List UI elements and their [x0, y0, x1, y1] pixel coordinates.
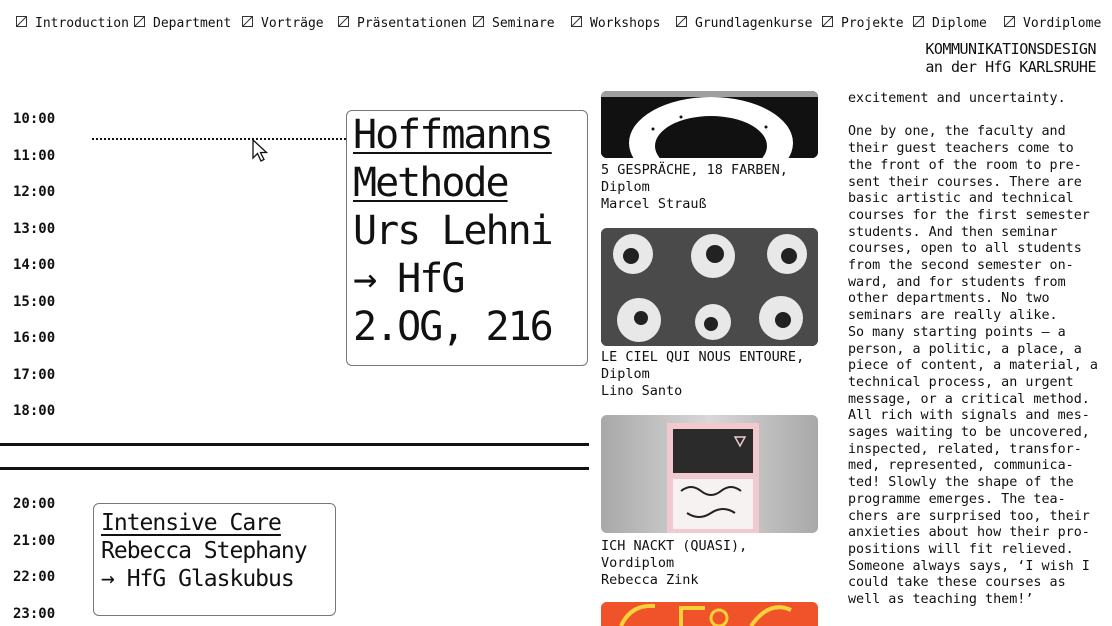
nav-item-introduction[interactable]: Introduction [16, 16, 129, 32]
mouse-cursor-icon [252, 139, 269, 162]
event-title-line-2[interactable]: Methode [353, 159, 510, 207]
project-title: ICH NACKT (QUASI), [601, 538, 748, 554]
nav-item-diplome[interactable]: Diplome [913, 16, 987, 32]
project-caption-3[interactable]: ICH NACKT (QUASI), Vordiplom Rebecca Zin… [601, 538, 747, 589]
checkbox-icon [16, 16, 27, 27]
project-image [601, 602, 818, 626]
event-location-line-1: → HfG [353, 256, 465, 302]
time-label: 15:00 [13, 294, 56, 310]
project-title: 5 GESPRÄCHE, 18 FARBEN, [601, 162, 788, 178]
time-label: 16:00 [13, 330, 56, 346]
event-title-line-1[interactable]: Hoffmanns [353, 111, 554, 159]
project-title: LE CIEL QUI NOUS ENTOURE, [601, 349, 805, 365]
project-type: Diplom [601, 366, 650, 382]
event-card-hoffmanns-methode[interactable]: Hoffmanns Methode Urs Lehni → HfG 2.OG, … [346, 110, 588, 366]
checkbox-icon [571, 16, 582, 27]
time-label: 13:00 [13, 221, 56, 237]
time-label: 20:00 [13, 496, 56, 512]
event-card-intensive-care[interactable]: Intensive Care Rebecca Stephany → HfG Gl… [93, 503, 336, 616]
time-label: 12:00 [13, 184, 56, 200]
intro-paragraph-3: So many starting points — a person, a po… [848, 324, 1098, 608]
time-label: 22:00 [13, 569, 56, 585]
project-caption-2[interactable]: LE CIEL QUI NOUS ENTOURE, Diplom Lino Sa… [601, 349, 804, 400]
project-type: Vordiplom [601, 555, 675, 571]
project-author: Rebecca Zink [601, 572, 699, 588]
project-thumbnail-2[interactable] [601, 228, 818, 346]
nav-item-seminare[interactable]: Seminare [473, 16, 555, 32]
project-type: Diplom [601, 179, 650, 195]
intro-text: excitement and uncertainty. One by one, … [848, 91, 1098, 609]
nav-item-vordiplome[interactable]: Vordiplome [1004, 16, 1101, 32]
intro-paragraph-2: One by one, the faculty and their guest … [848, 124, 1090, 324]
top-nav: Introduction Department Vorträge Präsent… [0, 16, 1112, 34]
project-image [601, 228, 818, 346]
project-author: Lino Santo [601, 383, 683, 399]
time-label: 14:00 [13, 257, 56, 273]
checkbox-icon [676, 16, 687, 27]
event-person: Urs Lehni [353, 208, 554, 254]
project-caption-1[interactable]: 5 GESPRÄCHE, 18 FARBEN, Diplom Marcel St… [601, 162, 788, 213]
nav-item-grundlagenkurse[interactable]: Grundlagenkurse [676, 16, 812, 32]
brand-logo[interactable]: KOMMUNIKATIONSDESIGN an der HfG KARLSRUH… [925, 40, 1096, 76]
time-label: 17:00 [13, 367, 56, 383]
time-label: 18:00 [13, 403, 56, 419]
time-label: 11:00 [13, 148, 56, 164]
brand-line-2: an der HfG KARLSRUHE [925, 58, 1096, 76]
project-author: Marcel Strauß [601, 196, 707, 212]
intro-paragraph-1: excitement and uncertainty. [848, 91, 1066, 106]
checkbox-icon [338, 16, 349, 27]
event-location: → HfG Glaskubus [101, 566, 295, 592]
day-divider-bottom [0, 467, 589, 470]
nav-item-department[interactable]: Department [134, 16, 231, 32]
checkbox-icon [1004, 16, 1015, 27]
nav-item-workshops[interactable]: Workshops [571, 16, 660, 32]
time-label: 10:00 [13, 111, 56, 127]
checkbox-icon [473, 16, 484, 27]
project-thumbnail-1[interactable] [601, 91, 818, 158]
checkbox-icon [913, 16, 924, 27]
event-location-line-2: 2.OG, 216 [353, 304, 554, 350]
nav-item-vortraege[interactable]: Vorträge [242, 16, 324, 32]
checkbox-icon [134, 16, 145, 27]
project-image [601, 91, 818, 158]
checkbox-icon [242, 16, 253, 27]
current-time-indicator [92, 138, 346, 140]
checkbox-icon [822, 16, 833, 27]
nav-item-praesentationen[interactable]: Präsentationen [338, 16, 467, 32]
nav-item-projekte[interactable]: Projekte [822, 16, 904, 32]
brand-line-1: KOMMUNIKATIONSDESIGN [925, 40, 1096, 58]
event-title[interactable]: Intensive Care [101, 509, 282, 537]
event-person: Rebecca Stephany [101, 538, 308, 564]
project-thumbnail-4[interactable] [601, 602, 818, 626]
project-thumbnail-3[interactable] [601, 415, 818, 533]
time-label: 23:00 [13, 606, 56, 622]
project-image [601, 415, 818, 533]
time-label: 21:00 [13, 533, 56, 549]
day-divider-top [0, 443, 589, 446]
